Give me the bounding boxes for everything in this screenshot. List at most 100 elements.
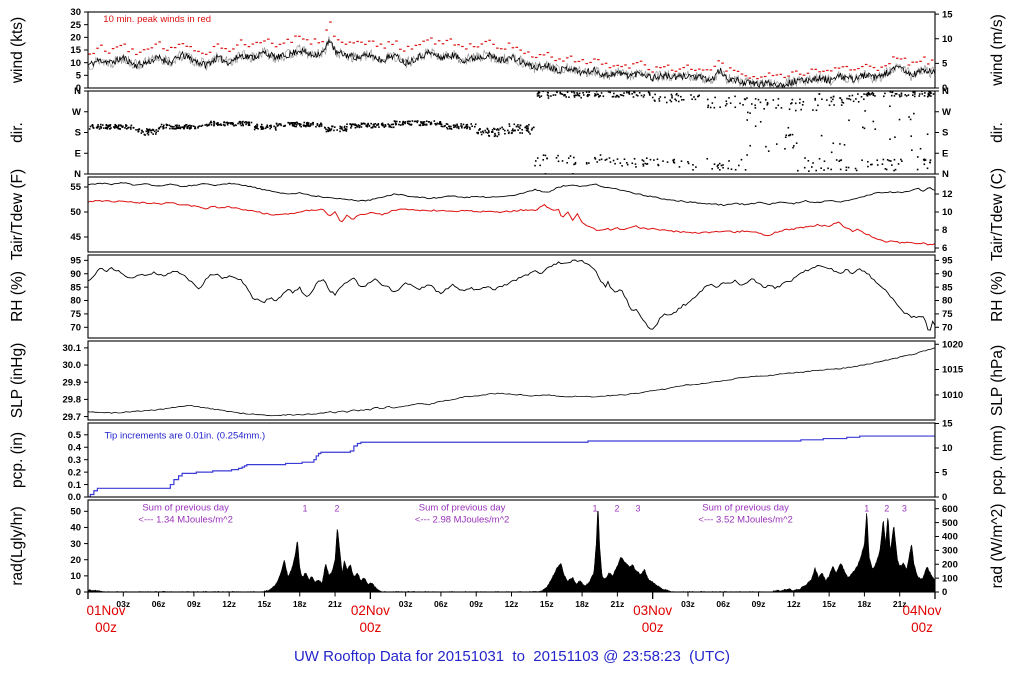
- annotation-rad: <--- 1.34 MJoules/m^2: [138, 515, 232, 526]
- panel-frame-wind: [87, 11, 936, 89]
- dir-point: [460, 123, 462, 125]
- dir-point: [767, 150, 770, 152]
- dir-point: [626, 163, 629, 166]
- annotation-rad: <--- 2.98 MJoules/m^2: [415, 515, 509, 526]
- dir-point: [387, 123, 389, 125]
- dir-point: [895, 93, 898, 95]
- dir-point: [399, 124, 402, 126]
- dir-point: [248, 121, 250, 124]
- dir-point: [785, 134, 788, 137]
- peak-wind-mark: [476, 46, 480, 48]
- dir-point: [818, 157, 821, 160]
- axis-title-left-temp: Tair/Tdew (F): [9, 169, 26, 260]
- dir-point: [855, 98, 857, 100]
- peak-wind-mark: [740, 73, 744, 75]
- dir-point: [542, 159, 545, 161]
- dir-point: [787, 126, 790, 129]
- dir-point: [866, 94, 869, 97]
- peak-wind-mark: [779, 73, 783, 75]
- peak-wind-mark: [131, 48, 134, 50]
- dir-point: [874, 128, 877, 130]
- left-tick-label-temp: 50: [70, 207, 81, 218]
- peak-wind-mark: [496, 47, 499, 49]
- dir-point: [296, 123, 298, 126]
- dir-point: [419, 124, 422, 127]
- right-tick-label-temp: 8: [942, 225, 947, 236]
- dir-point: [928, 94, 930, 97]
- dir-point: [256, 126, 259, 128]
- dir-point: [507, 129, 509, 132]
- panel-series-rh: [88, 259, 935, 331]
- peak-wind-mark: [193, 50, 196, 52]
- dir-point: [765, 99, 767, 101]
- dir-point: [477, 131, 480, 134]
- peak-wind-mark: [562, 60, 565, 62]
- peak-wind-mark: [705, 69, 709, 71]
- dir-point: [484, 129, 486, 132]
- dir-point: [525, 129, 528, 132]
- dir-point: [852, 100, 855, 103]
- peak-wind-mark: [608, 67, 612, 69]
- dir-point: [791, 98, 794, 101]
- dir-point: [525, 127, 528, 130]
- annotation-rad: 2: [615, 503, 620, 513]
- dir-point: [157, 130, 159, 133]
- peak-wind-mark: [220, 47, 224, 49]
- dir-point: [823, 160, 826, 163]
- peak-wind-mark: [294, 35, 297, 37]
- annotation-rad: 1: [303, 503, 308, 513]
- dir-point: [766, 103, 769, 106]
- peak-wind-mark: [880, 66, 884, 68]
- dir-point: [847, 166, 850, 169]
- dir-point: [408, 120, 410, 123]
- dir-point: [757, 98, 760, 101]
- dir-point: [485, 131, 487, 134]
- dir-point: [339, 125, 341, 128]
- series-line-wind-0: [88, 38, 935, 88]
- peak-wind-mark: [585, 62, 588, 65]
- dir-point: [832, 142, 835, 145]
- dir-point: [183, 127, 185, 130]
- dir-point: [188, 124, 190, 127]
- axis-title-left-rh: RH (%): [9, 271, 26, 322]
- dir-point: [632, 96, 635, 98]
- dir-point: [839, 97, 842, 100]
- peak-wind-mark: [453, 44, 456, 46]
- dir-point: [578, 92, 581, 95]
- dir-point: [466, 125, 469, 128]
- right-tick-label-dir: E: [942, 148, 948, 159]
- dir-point: [370, 122, 372, 125]
- dir-point: [727, 167, 730, 170]
- dir-point: [162, 127, 165, 130]
- dir-point: [670, 93, 673, 96]
- dir-point: [329, 129, 332, 132]
- dir-point: [823, 169, 825, 171]
- dir-point: [677, 100, 680, 103]
- peak-wind-mark: [313, 38, 317, 40]
- dir-point: [719, 169, 721, 171]
- x-minor-label: 06z: [434, 599, 448, 609]
- dir-point: [413, 120, 416, 123]
- dir-point: [654, 93, 656, 96]
- peak-wind-mark: [430, 37, 433, 39]
- dir-point: [373, 125, 376, 127]
- dir-point: [839, 168, 842, 171]
- peak-wind-mark: [907, 64, 911, 66]
- dir-point: [599, 154, 602, 156]
- dir-point: [648, 92, 651, 94]
- annotation-rad: <--- 3.52 MJoules/m^2: [698, 515, 792, 526]
- dir-point: [231, 122, 234, 124]
- dir-point: [744, 169, 747, 171]
- dir-point: [552, 94, 555, 96]
- dir-point: [717, 164, 719, 166]
- dir-point: [912, 91, 915, 94]
- peak-wind-mark: [309, 43, 313, 45]
- dir-point: [574, 161, 577, 164]
- peak-wind-mark: [736, 70, 740, 72]
- dir-point: [91, 124, 93, 127]
- dir-point: [115, 126, 118, 128]
- dir-point: [171, 127, 173, 130]
- peak-wind-mark: [581, 59, 585, 61]
- peak-wind-mark: [709, 69, 713, 71]
- dir-point: [929, 159, 932, 161]
